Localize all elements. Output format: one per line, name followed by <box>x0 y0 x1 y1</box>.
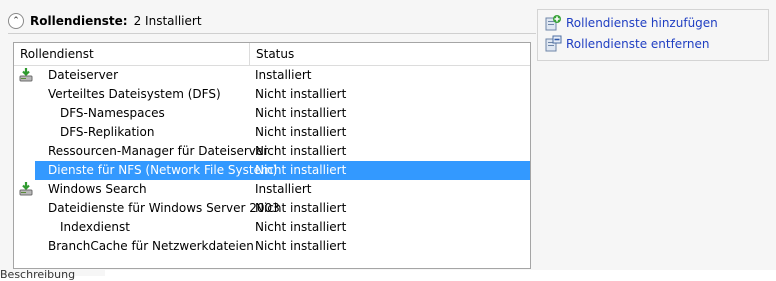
bottom-panel-edge <box>105 270 776 276</box>
role-status: Nicht installiert <box>255 239 347 253</box>
section-header: ⌃ Rollendienste: 2 Installiert <box>8 10 202 32</box>
remove-role-services-link[interactable]: Rollendienste entfernen <box>544 35 710 53</box>
role-status: Installiert <box>255 182 312 196</box>
list-item[interactable]: Verteiltes Dateisystem (DFS) Nicht insta… <box>14 85 530 104</box>
role-name: Dateidienste für Windows Server 2003 <box>48 201 280 215</box>
role-name: Indexdienst <box>60 220 130 234</box>
add-role-icon <box>545 15 561 31</box>
column-header-role[interactable]: Rollendienst <box>14 43 250 65</box>
tasks-panel: Rollendienste hinzufügen Rollendienste e… <box>537 9 769 61</box>
remove-role-services-label: Rollendienste entfernen <box>566 37 710 51</box>
role-name: DFS-Namespaces <box>60 106 165 120</box>
list-item[interactable]: Dateiserver Installiert <box>14 66 530 85</box>
list-item[interactable]: Indexdienst Nicht installiert <box>14 218 530 237</box>
installed-server-icon <box>19 182 33 196</box>
section-divider <box>8 33 536 34</box>
role-status: Nicht installiert <box>255 125 347 139</box>
list-item[interactable]: DFS-Replikation Nicht installiert <box>14 123 530 142</box>
list-item-selected[interactable]: Dienste für NFS (Network File System) Ni… <box>35 161 530 180</box>
column-header-status[interactable]: Status <box>250 43 530 65</box>
section-count: 2 Installiert <box>133 14 202 28</box>
role-status: Nicht installiert <box>255 201 347 215</box>
section-title: Rollendienste: <box>30 14 128 28</box>
role-name: DFS-Replikation <box>60 125 155 139</box>
role-name: Windows Search <box>48 182 147 196</box>
list-header: Rollendienst Status <box>14 43 530 66</box>
role-name: Ressourcen-Manager für Dateiserver <box>48 144 269 158</box>
role-name: BranchCache für Netzwerkdateien <box>48 239 254 253</box>
list-item[interactable]: Dateidienste für Windows Server 2003 Nic… <box>14 199 530 218</box>
list-item[interactable]: DFS-Namespaces Nicht installiert <box>14 104 530 123</box>
role-status: Nicht installiert <box>255 106 347 120</box>
list-item[interactable]: Ressourcen-Manager für Dateiserver Nicht… <box>14 142 530 161</box>
role-status: Nicht installiert <box>255 87 347 101</box>
add-role-services-label: Rollendienste hinzufügen <box>566 16 718 30</box>
list-item[interactable]: Windows Search Installiert <box>14 180 530 199</box>
role-name: Verteiltes Dateisystem (DFS) <box>48 87 221 101</box>
collapse-chevron-icon[interactable]: ⌃ <box>8 13 24 29</box>
installed-server-icon <box>19 68 33 82</box>
role-status: Installiert <box>255 68 312 82</box>
description-label: Beschreibung <box>0 268 76 281</box>
role-status: Nicht installiert <box>255 163 347 177</box>
role-status: Nicht installiert <box>255 220 347 234</box>
role-name: Dienste für NFS (Network File System) <box>48 163 278 177</box>
remove-role-icon <box>545 35 562 52</box>
role-services-list[interactable]: Rollendienst Status Dateiserver Installi… <box>13 42 531 269</box>
role-status: Nicht installiert <box>255 144 347 158</box>
add-role-services-link[interactable]: Rollendienste hinzufügen <box>544 14 718 32</box>
role-name: Dateiserver <box>48 68 119 82</box>
list-item[interactable]: BranchCache für Netzwerkdateien Nicht in… <box>14 237 530 256</box>
